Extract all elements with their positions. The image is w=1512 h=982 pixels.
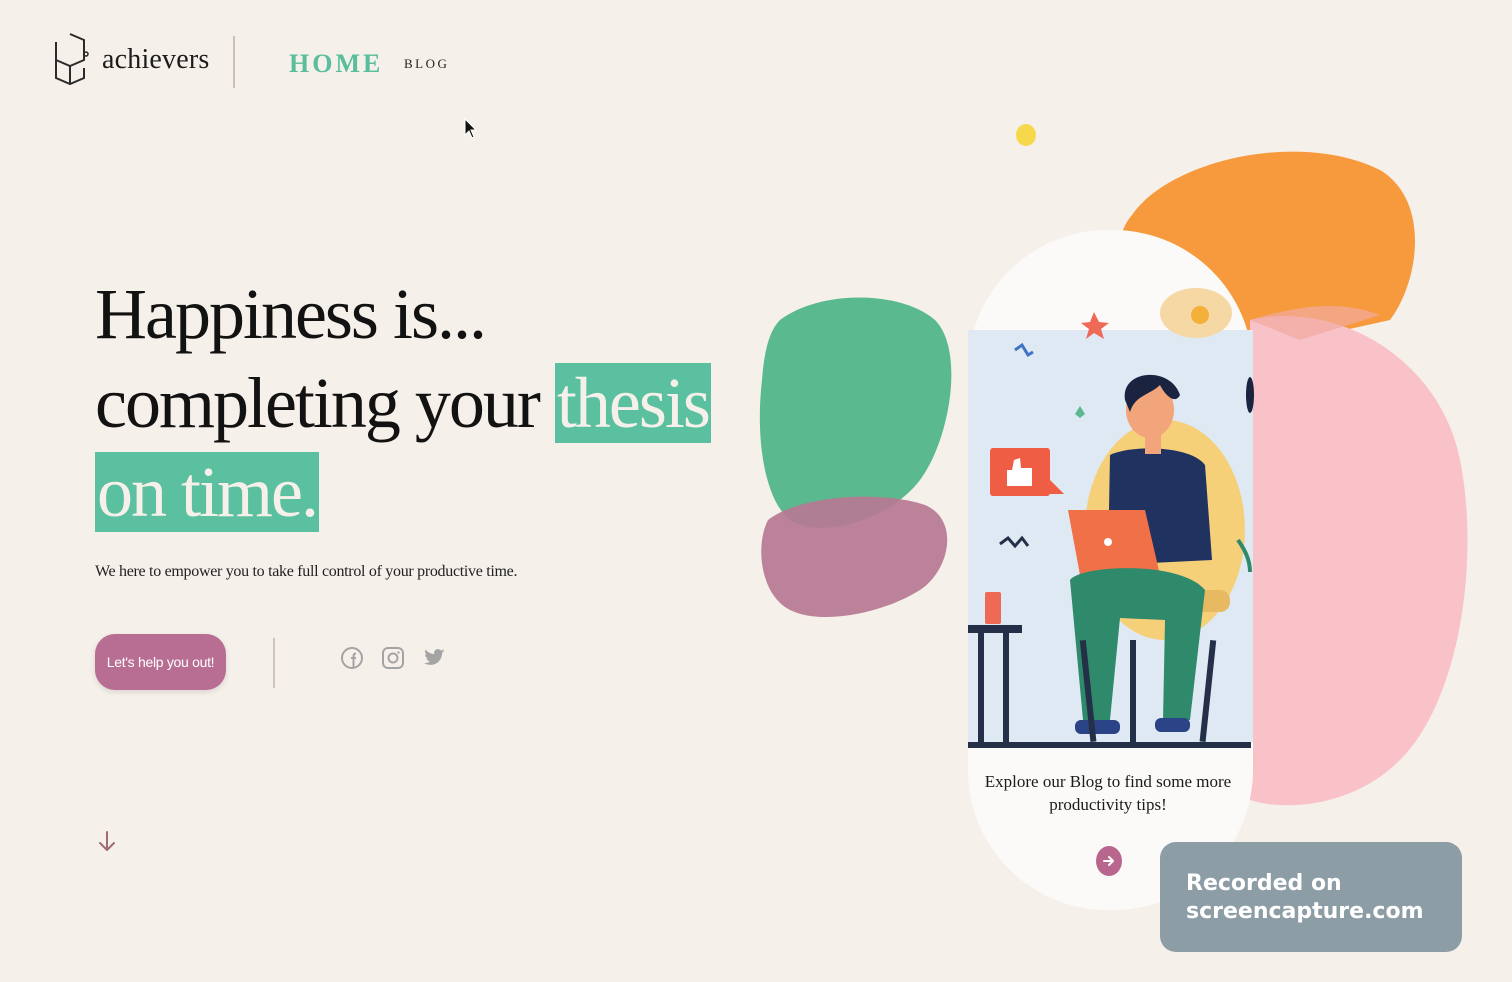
pink-blob: [1250, 316, 1468, 806]
lets-help-button[interactable]: Let's help you out!: [95, 634, 226, 690]
mouse-cursor-icon: [464, 118, 478, 139]
hero-title-highlight-thesis: thesis: [554, 363, 711, 443]
recording-watermark: Recorded on screencapture.com: [1160, 842, 1462, 952]
nav-blog-link[interactable]: BLOG: [404, 56, 449, 72]
hero-title-line-2: completing your thesis: [95, 359, 715, 448]
nav-home-link[interactable]: HOME: [289, 49, 383, 79]
logo[interactable]: achievers: [50, 30, 210, 90]
cta-divider: [273, 638, 275, 688]
hero-title-line-1: Happiness is...: [95, 274, 487, 354]
header-divider: [233, 36, 235, 88]
twitter-icon[interactable]: [423, 645, 447, 671]
mauve-blob: [761, 496, 948, 618]
recording-line-2: screencapture.com: [1186, 899, 1424, 924]
brand-name: achievers: [102, 44, 210, 75]
phone-card-text: Explore our Blog to find some more produ…: [984, 772, 1232, 814]
green-blob: [759, 297, 952, 528]
facebook-icon[interactable]: [340, 645, 364, 671]
hero-title-line-3: on time.: [95, 448, 715, 537]
yellow-dot: [1016, 124, 1036, 146]
recording-line-1: Recorded on: [1186, 871, 1342, 896]
arrow-right-icon: [1103, 856, 1114, 866]
instagram-icon[interactable]: [381, 645, 405, 671]
phone-card-arrow-button[interactable]: [1096, 846, 1122, 876]
hero-title: Happiness is... completing your thesis o…: [95, 270, 715, 537]
scroll-down-arrow-icon[interactable]: [97, 830, 117, 854]
hero-title-plain: completing your: [95, 363, 541, 443]
hero-tagline: We here to empower you to take full cont…: [95, 563, 518, 580]
achievers-logo-icon: [55, 33, 89, 86]
hero-title-highlight-on-time: on time.: [95, 452, 319, 532]
